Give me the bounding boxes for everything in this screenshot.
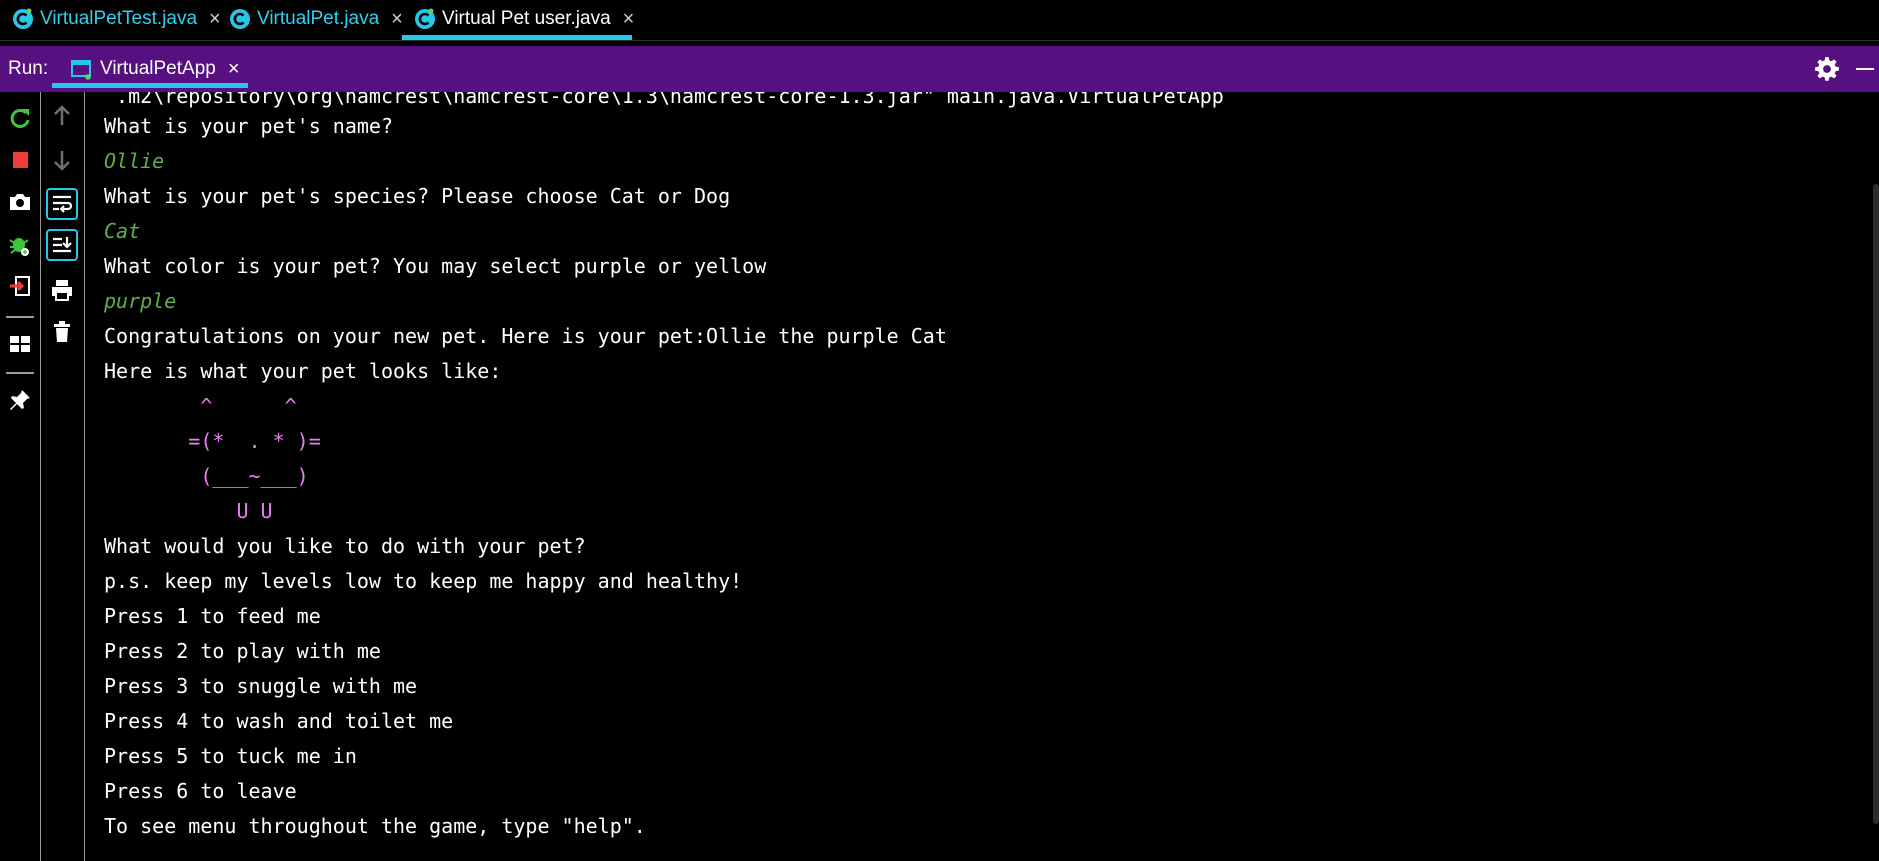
exit-icon[interactable] (6, 272, 34, 300)
toolbar-separator (6, 372, 34, 374)
tab-label: Virtual Pet user.java (442, 8, 611, 29)
console-output-line: What color is your pet? You may select p… (104, 254, 767, 278)
console-output-line: Press 2 to play with me (104, 639, 381, 663)
console-output-line: Press 1 to feed me (104, 604, 321, 628)
ascii-art-line: U U (104, 499, 273, 523)
rerun-icon[interactable] (6, 104, 34, 132)
debug-icon[interactable] (6, 230, 34, 258)
console-output-line: Press 4 to wash and toilet me (104, 709, 454, 733)
tab-virtual-pet-user[interactable]: Virtual Pet user.java × (402, 0, 634, 38)
run-tab-label: VirtualPetApp (100, 58, 216, 79)
arrow-up-icon[interactable] (48, 102, 76, 130)
java-class-icon (415, 8, 435, 29)
tab-label: VirtualPet.java (257, 8, 380, 29)
console-output[interactable]: .m2\repository\org\hamcrest\hamcrest-cor… (85, 92, 1859, 861)
print-icon[interactable] (48, 276, 76, 304)
minimize-icon[interactable] (1856, 68, 1874, 70)
pin-icon[interactable] (6, 386, 34, 414)
close-icon[interactable]: × (623, 8, 635, 31)
ascii-art-line: (___~___) (104, 464, 309, 488)
console-output-line: What is your pet's species? Please choos… (104, 184, 731, 208)
tab-virtualpet[interactable]: VirtualPet.java × (217, 0, 403, 38)
soft-wrap-icon[interactable] (46, 188, 78, 220)
console-input-line: purple (104, 289, 177, 313)
console-toolbar (41, 92, 85, 861)
console-output-line: What is your pet's name? (104, 114, 393, 138)
java-class-icon (13, 8, 33, 29)
vertical-scrollbar[interactable] (1873, 184, 1879, 824)
arrow-down-icon[interactable] (48, 146, 76, 174)
console-output-line: To see menu throughout the game, type "h… (104, 814, 646, 838)
tab-virtualpettest[interactable]: VirtualPetTest.java × (0, 0, 221, 38)
scroll-to-end-icon[interactable] (46, 229, 78, 261)
run-tab-indicator (52, 83, 248, 88)
console-output-line: Press 5 to tuck me in (104, 744, 357, 768)
camera-icon[interactable] (6, 188, 34, 216)
stop-icon[interactable] (6, 146, 34, 174)
console-output-line: Congratulations on your new pet. Here is… (104, 324, 947, 348)
gear-icon[interactable] (1814, 56, 1840, 82)
console-output-line: .m2\repository\org\hamcrest\hamcrest-cor… (104, 92, 1224, 108)
console-icon (71, 60, 91, 80)
console-output-line: p.s. keep my levels low to keep me happy… (104, 569, 743, 593)
console-output-line: Here is what your pet looks like: (104, 359, 502, 383)
console-output-line: Press 6 to leave (104, 779, 297, 803)
trash-icon[interactable] (48, 318, 76, 346)
close-icon[interactable]: × (228, 58, 240, 81)
tab-label: VirtualPetTest.java (40, 8, 198, 29)
console-output-line: What would you like to do with your pet? (104, 534, 586, 558)
run-toolbar (0, 92, 41, 861)
toolbar-separator (6, 316, 34, 318)
console-output-line: Press 3 to snuggle with me (104, 674, 418, 698)
java-class-icon (230, 9, 250, 29)
ascii-art-line: =(* . * )= (104, 429, 321, 453)
console-input-line: Cat (104, 219, 141, 243)
run-label: Run: (8, 58, 49, 79)
layout-icon[interactable] (6, 330, 34, 358)
run-panel-header: Run: VirtualPetApp × (0, 46, 1879, 92)
editor-tab-bar: VirtualPetTest.java × VirtualPet.java × … (0, 0, 1879, 41)
ascii-art-line: ^ ^ (104, 394, 297, 418)
divider (0, 40, 1879, 41)
console-input-line: Ollie (104, 149, 165, 173)
